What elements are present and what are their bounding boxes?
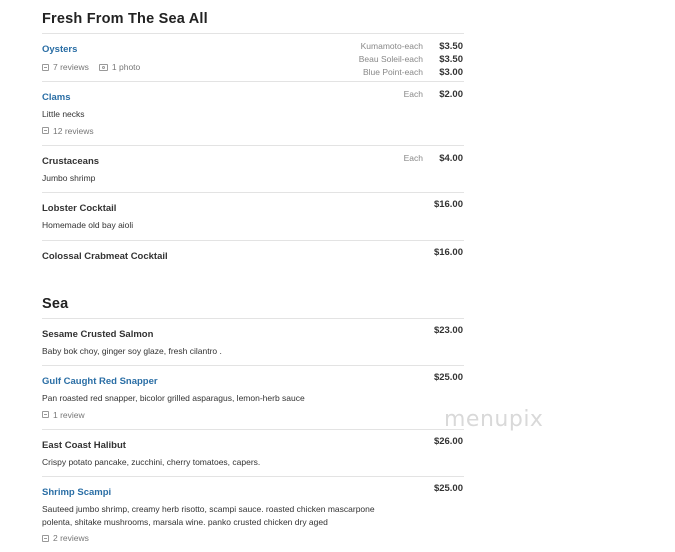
price-list: $25.00 (434, 483, 463, 495)
price: $3.00 (439, 67, 463, 78)
price-list: $25.00 (434, 372, 463, 384)
item-name: Sesame Crusted Salmon (42, 328, 154, 340)
item-description: Little necks (42, 109, 85, 119)
item-description: Baby bok choy, ginger soy glaze, fresh c… (42, 345, 222, 356)
item-meta: 12 reviews (42, 125, 464, 137)
price-label: Kumamoto-each (360, 41, 423, 51)
reviews-count[interactable]: 7 reviews (53, 61, 89, 73)
watermark-logo: menupix (444, 407, 544, 432)
price-row: $16.00 (434, 199, 463, 211)
photos-count[interactable]: 1 photo (112, 61, 140, 73)
item-name: Colossal Crabmeat Cocktail (42, 250, 168, 262)
price-row: Beau Soleil-each $3.50 (359, 53, 463, 66)
reviews-count[interactable]: 1 review (53, 409, 85, 421)
price: $3.50 (439, 41, 463, 52)
section-title: Fresh From The Sea All (42, 11, 208, 27)
price-list: $23.00 (434, 325, 463, 337)
price: $25.00 (433, 372, 463, 383)
price: $16.00 (433, 199, 463, 210)
item-meta: 2 reviews (42, 532, 464, 544)
price-list: $16.00 (434, 199, 463, 211)
item-description: Sauteed jumbo shrimp, creamy herb risott… (42, 504, 375, 527)
price-row: $16.00 (434, 247, 463, 259)
price-list: Each $4.00 (404, 152, 463, 165)
price-label: Blue Point-each (362, 67, 423, 77)
price: $4.00 (439, 152, 463, 164)
menu-item-oysters: Oysters 7 reviews 1 photo Kumamoto-each … (42, 33, 464, 81)
menu-item-lobster-cocktail: Lobster Cocktail Homemade old bay aioli … (42, 192, 464, 240)
reviews-icon (42, 411, 49, 418)
item-description: Crispy potato pancake, zucchini, cherry … (42, 456, 261, 467)
item-name-link[interactable]: Shrimp Scampi (42, 486, 111, 499)
menu-item-colossal-crabmeat-cocktail: Colossal Crabmeat Cocktail $16.00 (42, 239, 464, 272)
reviews-icon (42, 127, 49, 134)
menu-item-sesame-crusted-salmon: Sesame Crusted Salmon Baby bok choy, gin… (42, 317, 464, 366)
price-row: Kumamoto-each $3.50 (359, 40, 463, 53)
price-row: $25.00 (434, 483, 463, 495)
reviews-icon (42, 63, 49, 71)
price-label: Beau Soleil-each (358, 54, 423, 64)
menu-item-shrimp-scampi: Shrimp Scampi Sauteed jumbo shrimp, crea… (42, 476, 464, 552)
price-list: Each $2.00 (404, 88, 463, 101)
item-name-link[interactable]: Gulf Caught Red Snapper (42, 375, 158, 388)
reviews-count[interactable]: 2 reviews (53, 532, 89, 544)
price-list: $26.00 (434, 436, 463, 448)
price-row: Each $2.00 (404, 88, 463, 101)
price-row: Each $4.00 (404, 152, 463, 165)
item-description: Pan roasted red snapper, bicolor grilled… (42, 393, 305, 403)
price: $23.00 (433, 324, 463, 336)
item-name: Lobster Cocktail (42, 203, 117, 214)
price-list: Kumamoto-each $3.50 Beau Soleil-each $3.… (359, 40, 463, 79)
price: $2.00 (439, 89, 463, 100)
price-label: Each (403, 89, 423, 99)
price-list: $16.00 (434, 247, 463, 259)
item-name-link[interactable]: Oysters (42, 43, 77, 56)
reviews-icon (42, 534, 49, 542)
item-description: Homemade old bay aioli (42, 220, 134, 230)
price: $25.00 (433, 483, 463, 494)
menu: Fresh From The Sea All Oysters 7 reviews… (42, 0, 464, 552)
menu-item-gulf-caught-red-snapper: Gulf Caught Red Snapper Pan roasted red … (42, 365, 464, 429)
price-row: $25.00 (434, 372, 463, 384)
price-label: Each (403, 152, 423, 163)
section-title: Sea (42, 295, 69, 312)
item-meta: 1 review (42, 409, 464, 421)
item-name-link[interactable]: Clams (42, 91, 71, 104)
menu-item-east-coast-halibut: East Coast Halibut Crispy potato pancake… (42, 428, 464, 477)
menu-item-crustaceans: Crustaceans Jumbo shrimp Each $4.00 (42, 144, 464, 193)
price-row: Blue Point-each $3.00 (359, 66, 463, 79)
price: $3.50 (439, 54, 463, 65)
price: $26.00 (433, 435, 463, 447)
price-row: $26.00 (434, 436, 463, 448)
item-name: Crustaceans (42, 155, 100, 167)
price: $16.00 (433, 246, 463, 258)
reviews-count[interactable]: 12 reviews (53, 125, 94, 137)
item-description: Jumbo shrimp (42, 172, 96, 183)
item-name: East Coast Halibut (42, 439, 126, 451)
price-row: $23.00 (434, 325, 463, 337)
menu-item-clams: Clams Little necks 12 reviews Each $2.00 (42, 81, 464, 145)
camera-icon (98, 63, 108, 71)
